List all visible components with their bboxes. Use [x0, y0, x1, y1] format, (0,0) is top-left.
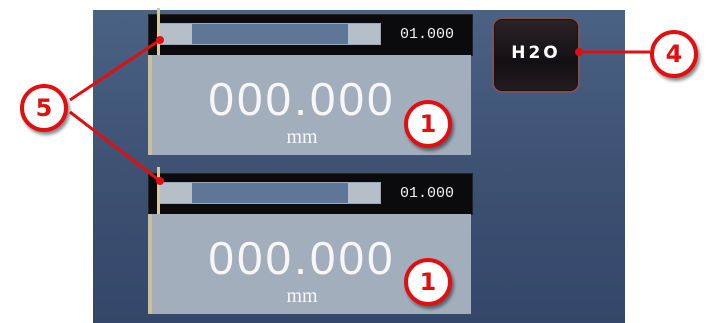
callout-badge-1-bottom: 1 [404, 258, 452, 306]
leader-line-5-bottom [69, 110, 161, 183]
callout-badge-5: 5 [20, 84, 68, 132]
leader-dot-5-bottom [156, 177, 164, 185]
callout-number-1: 1 [419, 268, 437, 296]
leader-dot-4 [575, 48, 583, 56]
callout-badge-1-top: 1 [404, 100, 452, 148]
leader-dot-5-top [156, 36, 164, 44]
callout-badge-4: 4 [650, 30, 698, 78]
callout-number-1: 1 [419, 110, 437, 138]
leader-line-5-top [69, 38, 161, 102]
callout-leader-lines [69, 36, 650, 185]
callout-number-5: 5 [35, 94, 53, 122]
callout-number-4: 4 [665, 40, 683, 68]
